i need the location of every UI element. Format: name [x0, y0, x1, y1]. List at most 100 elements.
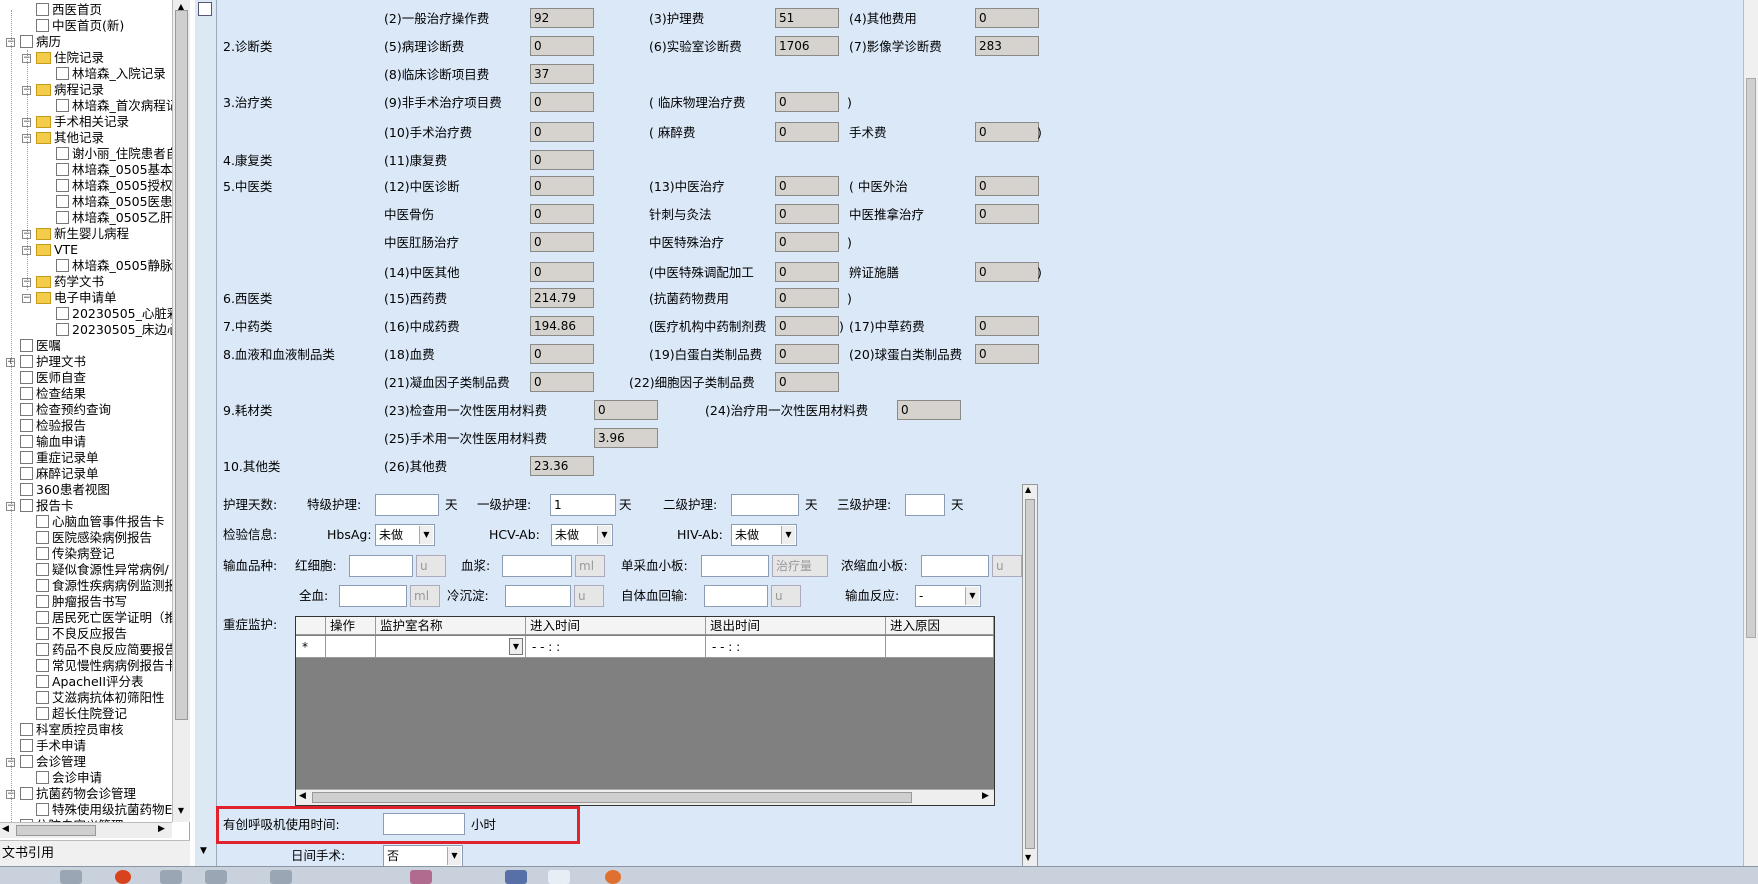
day-surgery-select[interactable]: 否 ▼: [383, 845, 463, 867]
fee-value-field[interactable]: 194.86: [530, 316, 594, 336]
tree-item[interactable]: 林培森_0505医患沟: [56, 194, 185, 210]
form-scroll-thumb[interactable]: [1025, 499, 1035, 849]
tree-item[interactable]: 艾滋病抗体初筛阳性: [36, 690, 165, 706]
form-vertical-scrollbar[interactable]: ▲ ▼: [1022, 484, 1038, 868]
exit-time-cell[interactable]: - - : :: [706, 636, 886, 658]
tree-item[interactable]: 肿瘤报告书写: [36, 594, 127, 610]
grid-hscroll-thumb[interactable]: [312, 792, 912, 803]
tree-item[interactable]: 心脑血管事件报告卡: [36, 514, 165, 530]
fee-value-field[interactable]: 0: [775, 232, 839, 252]
taskbar-app-icon[interactable]: [270, 870, 292, 884]
tree-item[interactable]: 林培森_0505乙肝E: [56, 210, 180, 226]
third-nursing-input[interactable]: [905, 494, 945, 516]
autologous-input[interactable]: [704, 585, 768, 607]
tree-item[interactable]: 中医首页(新): [36, 18, 124, 34]
fee-value-field[interactable]: 0: [775, 92, 839, 112]
scroll-down-arrow-icon[interactable]: ▼: [1025, 853, 1031, 862]
platelet-input[interactable]: [701, 555, 769, 577]
tree-item[interactable]: 医师自查: [20, 370, 86, 386]
tree-item[interactable]: 会诊管理: [20, 754, 86, 770]
right-scrollbar[interactable]: [1743, 0, 1758, 866]
taskbar-app-icon[interactable]: [205, 870, 227, 884]
fee-value-field[interactable]: 1706: [775, 36, 839, 56]
fee-value-field[interactable]: 0: [775, 372, 839, 392]
fee-value-field[interactable]: 0: [530, 122, 594, 142]
taskbar-app-icon[interactable]: [505, 870, 527, 884]
fee-value-field[interactable]: 0: [775, 344, 839, 364]
tree-item[interactable]: 传染病登记: [36, 546, 115, 562]
dropdown-arrow-icon[interactable]: ▼: [509, 638, 523, 655]
fee-value-field[interactable]: 0: [897, 400, 961, 420]
fee-value-field[interactable]: 0: [775, 204, 839, 224]
right-scroll-thumb[interactable]: [1746, 78, 1756, 638]
tree-item[interactable]: 麻醉记录单: [20, 466, 99, 482]
taskbar-app-icon[interactable]: [410, 870, 432, 884]
grid-column-header[interactable]: 进入时间: [526, 617, 706, 635]
conc-platelet-input[interactable]: [921, 555, 989, 577]
tree-item[interactable]: 检验报告: [20, 418, 86, 434]
fee-value-field[interactable]: 92: [530, 8, 594, 28]
tree-item[interactable]: 林培森_0505授权委: [56, 178, 185, 194]
tree-item[interactable]: 林培森_0505基本医: [56, 162, 185, 178]
dropdown-arrow-icon[interactable]: ▼: [781, 526, 795, 544]
tree-item[interactable]: 病历: [20, 34, 61, 50]
fee-value-field[interactable]: 0: [975, 262, 1039, 282]
tree-item[interactable]: 其他记录: [36, 130, 104, 146]
panel-toggle-icon[interactable]: [198, 2, 212, 16]
fee-value-field[interactable]: 23.36: [530, 456, 594, 476]
tree-item[interactable]: 检查结果: [20, 386, 86, 402]
tree-item[interactable]: 20230505_床边心电: [56, 322, 189, 338]
fee-value-field[interactable]: 0: [530, 92, 594, 112]
fee-value-field[interactable]: 0: [775, 262, 839, 282]
grid-column-header[interactable]: 进入原因: [886, 617, 994, 635]
icu-name-cell[interactable]: ▼: [376, 636, 526, 658]
fee-value-field[interactable]: 0: [530, 232, 594, 252]
tree-scroll-thumb[interactable]: [175, 10, 188, 720]
fee-value-field[interactable]: 0: [530, 150, 594, 170]
tree-horizontal-scrollbar[interactable]: ◀ ▶: [0, 822, 172, 838]
grid-new-row[interactable]: * ▼ - - : :- - : :: [296, 636, 994, 658]
tree-item[interactable]: 360患者视图: [20, 482, 110, 498]
reaction-select[interactable]: - ▼: [915, 585, 981, 607]
fee-value-field[interactable]: 283: [975, 36, 1039, 56]
tree-item[interactable]: 居民死亡医学证明（推: [36, 610, 177, 626]
tree-hscroll-thumb[interactable]: [16, 825, 96, 836]
fee-value-field[interactable]: 0: [530, 344, 594, 364]
grid-column-header[interactable]: 操作: [326, 617, 376, 635]
special-nursing-input[interactable]: [375, 494, 439, 516]
taskbar-app-icon[interactable]: [605, 870, 621, 884]
second-nursing-input[interactable]: [731, 494, 799, 516]
tree-item[interactable]: 西医首页: [36, 2, 102, 18]
plasma-input[interactable]: [502, 555, 572, 577]
tree-item[interactable]: 新生婴儿病程: [36, 226, 129, 242]
tree-item[interactable]: 重症记录单: [20, 450, 99, 466]
tree-item[interactable]: 药品不良反应简要报告: [36, 642, 177, 658]
scroll-left-arrow-icon[interactable]: ◀: [299, 791, 306, 801]
scroll-right-arrow-icon[interactable]: ▶: [158, 824, 165, 834]
fee-value-field[interactable]: 0: [530, 36, 594, 56]
tree-item[interactable]: 林培森_0505静脉血: [56, 258, 185, 274]
fee-value-field[interactable]: 0: [530, 204, 594, 224]
reason-cell[interactable]: [886, 636, 994, 658]
scroll-up-arrow-icon[interactable]: ▲: [1025, 485, 1031, 494]
dropdown-arrow-icon[interactable]: ▼: [419, 526, 433, 544]
fee-value-field[interactable]: 3.96: [594, 428, 658, 448]
tree-item[interactable]: 常见慢性病病例报告卡: [36, 658, 177, 674]
fee-value-field[interactable]: 0: [975, 344, 1039, 364]
fee-value-field[interactable]: 0: [530, 262, 594, 282]
tree-item[interactable]: 谢小丽_住院患者自: [56, 146, 178, 162]
taskbar-app-icon[interactable]: [548, 870, 570, 884]
tree-item[interactable]: 科室质控员审核: [20, 722, 124, 738]
tree-item[interactable]: 林培森_首次病程记: [56, 98, 178, 114]
fee-value-field[interactable]: 0: [530, 176, 594, 196]
fee-value-field[interactable]: 214.79: [530, 288, 594, 308]
hiv-select[interactable]: 未做 ▼: [731, 524, 797, 546]
scroll-down-arrow-icon[interactable]: ▼: [200, 846, 207, 856]
tree-item[interactable]: 食源性疾病病例监测报: [36, 578, 177, 594]
tree-item[interactable]: ApacheII评分表: [36, 674, 144, 690]
tree-item[interactable]: 药学文书: [36, 274, 104, 290]
first-nursing-input[interactable]: 1: [550, 494, 616, 516]
enter-time-cell[interactable]: - - : :: [526, 636, 706, 658]
tree-item[interactable]: 检查预约查询: [20, 402, 111, 418]
whole-blood-input[interactable]: [339, 585, 407, 607]
